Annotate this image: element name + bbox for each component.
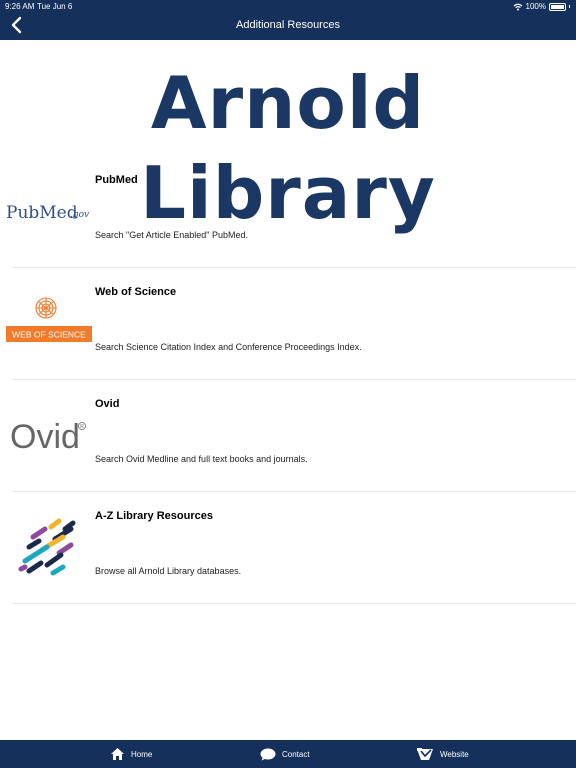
resource-title: A-Z Library Resources	[95, 510, 213, 522]
resource-item-web-of-science[interactable]: WEB OF SCIENCE Web of Science Search Sci…	[0, 268, 576, 380]
divider	[12, 603, 576, 604]
pubmed-logo-suffix: .gov	[70, 210, 89, 220]
ovid-logo-text: Ovid	[10, 418, 80, 456]
navigation-bar: 9:26 AM Tue Jun 6 100% Additional Resour…	[0, 0, 576, 40]
tab-home[interactable]: Home	[110, 740, 152, 768]
resource-description: Browse all Arnold Library databases.	[95, 566, 242, 576]
home-icon	[111, 748, 124, 760]
arnold-library-banner: Arnold Library	[0, 58, 576, 235]
resource-description: Search Ovid Medline and full text books …	[95, 454, 308, 464]
status-indicators: 100%	[513, 2, 570, 11]
tab-bar: Home Contact Website	[0, 740, 576, 768]
resource-title: PubMed	[95, 174, 138, 186]
status-time: 9:26 AM	[5, 2, 35, 11]
resource-title: Web of Science	[95, 286, 177, 298]
page-title: Additional Resources	[236, 19, 340, 31]
resource-description: Search "Get Article Enabled" PubMed.	[95, 230, 248, 240]
tab-label: Website	[440, 749, 469, 759]
tab-label: Home	[131, 749, 153, 759]
resource-item-pubmed[interactable]: PubMed .gov PubMed Search "Get Article E…	[0, 156, 576, 268]
tab-label: Contact	[282, 749, 310, 759]
wos-logo-text: WEB OF SCIENCE	[12, 330, 86, 340]
resource-title: Ovid	[95, 398, 120, 410]
svg-text:R: R	[80, 424, 84, 430]
status-date: Tue Jun 6	[37, 2, 73, 11]
wifi-icon	[513, 3, 522, 10]
battery-percent: 100%	[525, 2, 546, 11]
resource-description: Search Science Citation Index and Confer…	[95, 342, 362, 352]
resource-item-a-z-library[interactable]: A-Z Library Resources Browse all Arnold …	[0, 492, 576, 604]
website-icon	[417, 748, 433, 760]
tab-contact[interactable]: Contact	[260, 740, 310, 768]
battery-icon	[549, 2, 566, 11]
tab-website[interactable]: Website	[416, 740, 469, 768]
ovid-logo: Ovid R	[4, 388, 92, 484]
web-of-science-logo: WEB OF SCIENCE	[4, 276, 92, 372]
resource-item-ovid[interactable]: Ovid R Ovid Search Ovid Medline and full…	[0, 380, 576, 492]
resource-list: PubMed .gov PubMed Search "Get Article E…	[0, 156, 576, 604]
chat-bubble-icon	[260, 748, 276, 760]
a-z-resources-icon	[4, 500, 92, 596]
pubmed-logo: PubMed .gov	[4, 164, 92, 260]
pubmed-logo-text: PubMed	[6, 203, 78, 223]
